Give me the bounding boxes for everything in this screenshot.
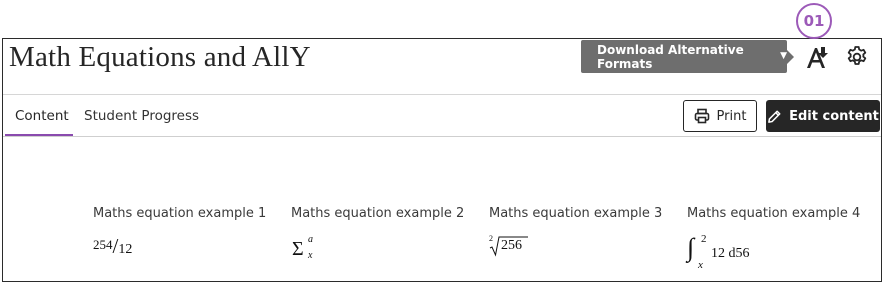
equation-2-operator: Σ bbox=[292, 238, 304, 260]
printer-icon bbox=[694, 108, 709, 124]
equation-3: 2 256 bbox=[489, 234, 539, 259]
download-alternative-formats-tooltip: Download Alternative Formats ▼ bbox=[581, 40, 787, 73]
pencil-icon bbox=[768, 110, 781, 123]
equation-4-lower: x bbox=[698, 259, 703, 271]
header-divider bbox=[3, 94, 881, 95]
print-button-label: Print bbox=[716, 108, 747, 124]
equation-3-label: Maths equation example 3 bbox=[489, 206, 663, 221]
equation-4-body: 12 d56 bbox=[711, 246, 750, 261]
equation-4-operator: ∫ bbox=[687, 233, 695, 262]
equation-2: Σ a x bbox=[291, 233, 331, 263]
tab-student-progress[interactable]: Student Progress bbox=[84, 108, 199, 124]
equation-4: ∫ 2 x 12 d56 bbox=[687, 233, 767, 273]
edit-content-button-label: Edit content bbox=[789, 108, 879, 124]
tabs-divider bbox=[3, 136, 881, 137]
equation-2-label: Maths equation example 2 bbox=[291, 206, 465, 221]
gear-icon[interactable] bbox=[845, 45, 869, 69]
edit-content-button[interactable]: Edit content bbox=[766, 100, 880, 132]
equation-2-lower: x bbox=[308, 250, 313, 261]
equation-1-label: Maths equation example 1 bbox=[93, 206, 267, 221]
equation-2-upper: a bbox=[308, 234, 313, 245]
tooltip-label: Download Alternative Formats bbox=[597, 42, 744, 71]
tooltip-arrow bbox=[787, 50, 794, 64]
equation-1-denominator: 12 bbox=[118, 242, 133, 257]
equation-4-label: Maths equation example 4 bbox=[687, 206, 861, 221]
chevron-down-icon: ▼ bbox=[780, 51, 787, 61]
equation-4-upper: 2 bbox=[701, 233, 707, 245]
print-button[interactable]: Print bbox=[683, 100, 757, 132]
equation-1: 254/12 bbox=[93, 234, 132, 260]
equation-3-radicand: 256 bbox=[501, 238, 522, 253]
ally-alternative-formats-icon[interactable] bbox=[804, 44, 830, 70]
step-badge: 01 bbox=[796, 3, 832, 39]
page-title: Math Equations and AllY bbox=[9, 41, 311, 73]
equation-1-numerator: 254 bbox=[93, 237, 113, 252]
tab-content[interactable]: Content bbox=[15, 108, 69, 124]
